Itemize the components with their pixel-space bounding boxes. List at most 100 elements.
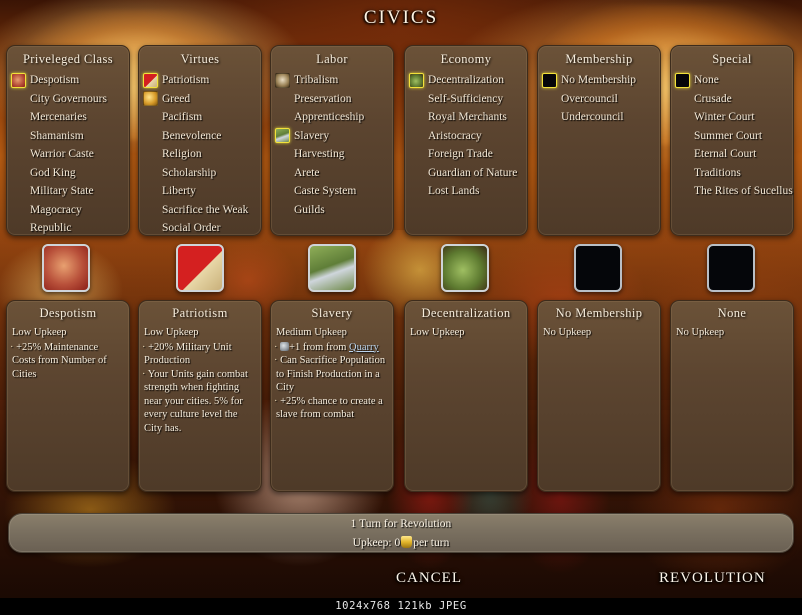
civic-option-social-order[interactable]: Social Order <box>143 219 261 238</box>
column-header: Priveleged Class <box>22 52 114 66</box>
no-membership-icon[interactable] <box>574 244 622 292</box>
civic-option-patriotism[interactable]: Patriotism <box>143 71 261 90</box>
effect-text: +20% Military Unit Production <box>144 341 232 367</box>
option-icon-placeholder <box>143 202 158 217</box>
civic-column-labor: Labor Tribalism Preservation Apprenticeshi… <box>270 45 394 236</box>
civic-option-label: Self-Sufficiency <box>428 92 504 105</box>
option-icon-placeholder <box>542 91 557 106</box>
civic-option-preservation[interactable]: Preservation <box>275 90 393 109</box>
civic-option-guilds[interactable]: Guilds <box>275 201 393 220</box>
civic-option-royal-merchants[interactable]: Royal Merchants <box>409 108 527 127</box>
option-list: Despotism City Governours Mercenaries Shama… <box>7 67 129 238</box>
civic-option-label: Arete <box>294 166 320 179</box>
column-header: Virtues <box>180 52 220 66</box>
detail-effect: · Your Units gain combat strength when f… <box>142 368 256 436</box>
civic-option-mercenaries[interactable]: Mercenaries <box>11 108 129 127</box>
cancel-button[interactable]: CANCEL <box>396 570 462 587</box>
detail-panel-special-none: None No Upkeep <box>670 300 794 492</box>
civic-option-guardian-of-nature[interactable]: Guardian of Nature <box>409 164 527 183</box>
civic-option-city-governours[interactable]: City Governours <box>11 90 129 109</box>
option-icon-placeholder <box>143 165 158 180</box>
civic-option-benevolence[interactable]: Benevolence <box>143 127 261 146</box>
upkeep-text: Upkeep: 0 per turn <box>9 530 793 549</box>
option-icon-placeholder <box>11 147 26 162</box>
civic-option-the-rites-of-sucellus[interactable]: The Rites of Sucellus <box>675 182 793 201</box>
option-icon-placeholder <box>275 184 290 199</box>
civic-option-traditions[interactable]: Traditions <box>675 164 793 183</box>
option-list: Patriotism Greed Pacifism Benevolence Religi… <box>139 67 261 238</box>
civic-option-label: Crusade <box>694 92 732 105</box>
civic-option-crusade[interactable]: Crusade <box>675 90 793 109</box>
patriotism-icon[interactable] <box>176 244 224 292</box>
civic-option-foreign-trade[interactable]: Foreign Trade <box>409 145 527 164</box>
civic-option-arete[interactable]: Arete <box>275 164 393 183</box>
civic-option-warrior-caste[interactable]: Warrior Caste <box>11 145 129 164</box>
civic-option-self-sufficiency[interactable]: Self-Sufficiency <box>409 90 527 109</box>
civic-option-summer-court[interactable]: Summer Court <box>675 127 793 146</box>
civic-option-overcouncil[interactable]: Overcouncil <box>542 90 660 109</box>
civic-option-no-membership[interactable]: No Membership <box>542 71 660 90</box>
civic-option-god-king[interactable]: God King <box>11 164 129 183</box>
civic-option-label: Summer Court <box>694 129 763 142</box>
civic-option-republic[interactable]: Republic <box>11 219 129 238</box>
civic-option-slavery[interactable]: Slavery <box>275 127 393 146</box>
detail-effect: · +25% chance to create a slave from com… <box>274 395 388 422</box>
option-icon-placeholder <box>11 165 26 180</box>
effect-text: Your Units gain combat strength when fig… <box>144 368 248 434</box>
special-none-icon[interactable] <box>707 244 755 292</box>
revolution-turns-text: 1 Turn for Revolution <box>350 518 452 530</box>
civic-option-caste-system[interactable]: Caste System <box>275 182 393 201</box>
detail-effect: · +25% Maintenance Costs from Number of … <box>10 341 124 382</box>
civic-option-magocracy[interactable]: Magocracy <box>11 201 129 220</box>
civic-option-liberty[interactable]: Liberty <box>143 182 261 201</box>
civic-option-pacifism[interactable]: Pacifism <box>143 108 261 127</box>
option-icon-placeholder <box>11 110 26 125</box>
slavery-icon[interactable] <box>308 244 356 292</box>
detail-body: No Upkeep <box>538 324 660 345</box>
revolution-button[interactable]: REVOLUTION <box>659 570 766 587</box>
option-icon-placeholder <box>143 221 158 236</box>
civic-option-apprenticeship[interactable]: Apprenticeship <box>275 108 393 127</box>
detail-effect: · +20% Military Unit Production <box>142 341 256 368</box>
civic-option-winter-court[interactable]: Winter Court <box>675 108 793 127</box>
option-icon-placeholder <box>675 184 690 199</box>
civic-option-label: Religion <box>162 148 202 161</box>
civic-option-label: No Membership <box>561 74 637 87</box>
quarry-link[interactable]: Quarry <box>349 342 379 353</box>
option-icon-placeholder <box>275 110 290 125</box>
civic-option-harvesting[interactable]: Harvesting <box>275 145 393 164</box>
civic-option-aristocracy[interactable]: Aristocracy <box>409 127 527 146</box>
civic-option-shamanism[interactable]: Shamanism <box>11 127 129 146</box>
civic-option-none[interactable]: None <box>675 71 793 90</box>
blank-icon <box>542 72 557 88</box>
option-list: Decentralization Self-Sufficiency Royal Me… <box>405 67 527 201</box>
civic-option-label: Guardian of Nature <box>428 166 518 179</box>
civic-option-military-state[interactable]: Military State <box>11 182 129 201</box>
civic-option-label: Winter Court <box>694 111 755 124</box>
civic-option-decentralization[interactable]: Decentralization <box>409 71 527 90</box>
civic-option-sacrifice-the-weak[interactable]: Sacrifice the Weak <box>143 201 261 220</box>
detail-upkeep: No Upkeep <box>676 327 725 338</box>
civic-option-label: Undercouncil <box>561 111 624 124</box>
civic-option-tribalism[interactable]: Tribalism <box>275 71 393 90</box>
civic-option-undercouncil[interactable]: Undercouncil <box>542 108 660 127</box>
gold-coin-icon <box>401 536 413 548</box>
option-icon-placeholder <box>675 128 690 143</box>
column-header: Labor <box>316 52 348 66</box>
option-list: No Membership Overcouncil Undercouncil <box>538 67 660 127</box>
civic-column-virtues: Virtues Patriotism Greed Pacifism Benevolen… <box>138 45 262 236</box>
civic-option-greed[interactable]: Greed <box>143 90 261 109</box>
civic-option-scholarship[interactable]: Scholarship <box>143 164 261 183</box>
civic-option-label: Despotism <box>30 74 80 87</box>
despotism-icon[interactable] <box>42 244 90 292</box>
option-icon-placeholder <box>275 91 290 106</box>
civic-option-eternal-court[interactable]: Eternal Court <box>675 145 793 164</box>
civic-option-religion[interactable]: Religion <box>143 145 261 164</box>
civic-option-lost-lands[interactable]: Lost Lands <box>409 182 527 201</box>
civic-option-despotism[interactable]: Despotism <box>11 71 129 90</box>
option-icon-placeholder <box>11 184 26 199</box>
option-icon-placeholder <box>675 165 690 180</box>
option-icon-placeholder <box>409 91 424 106</box>
decentralization-icon[interactable] <box>441 244 489 292</box>
civic-option-label: Lost Lands <box>428 185 480 198</box>
